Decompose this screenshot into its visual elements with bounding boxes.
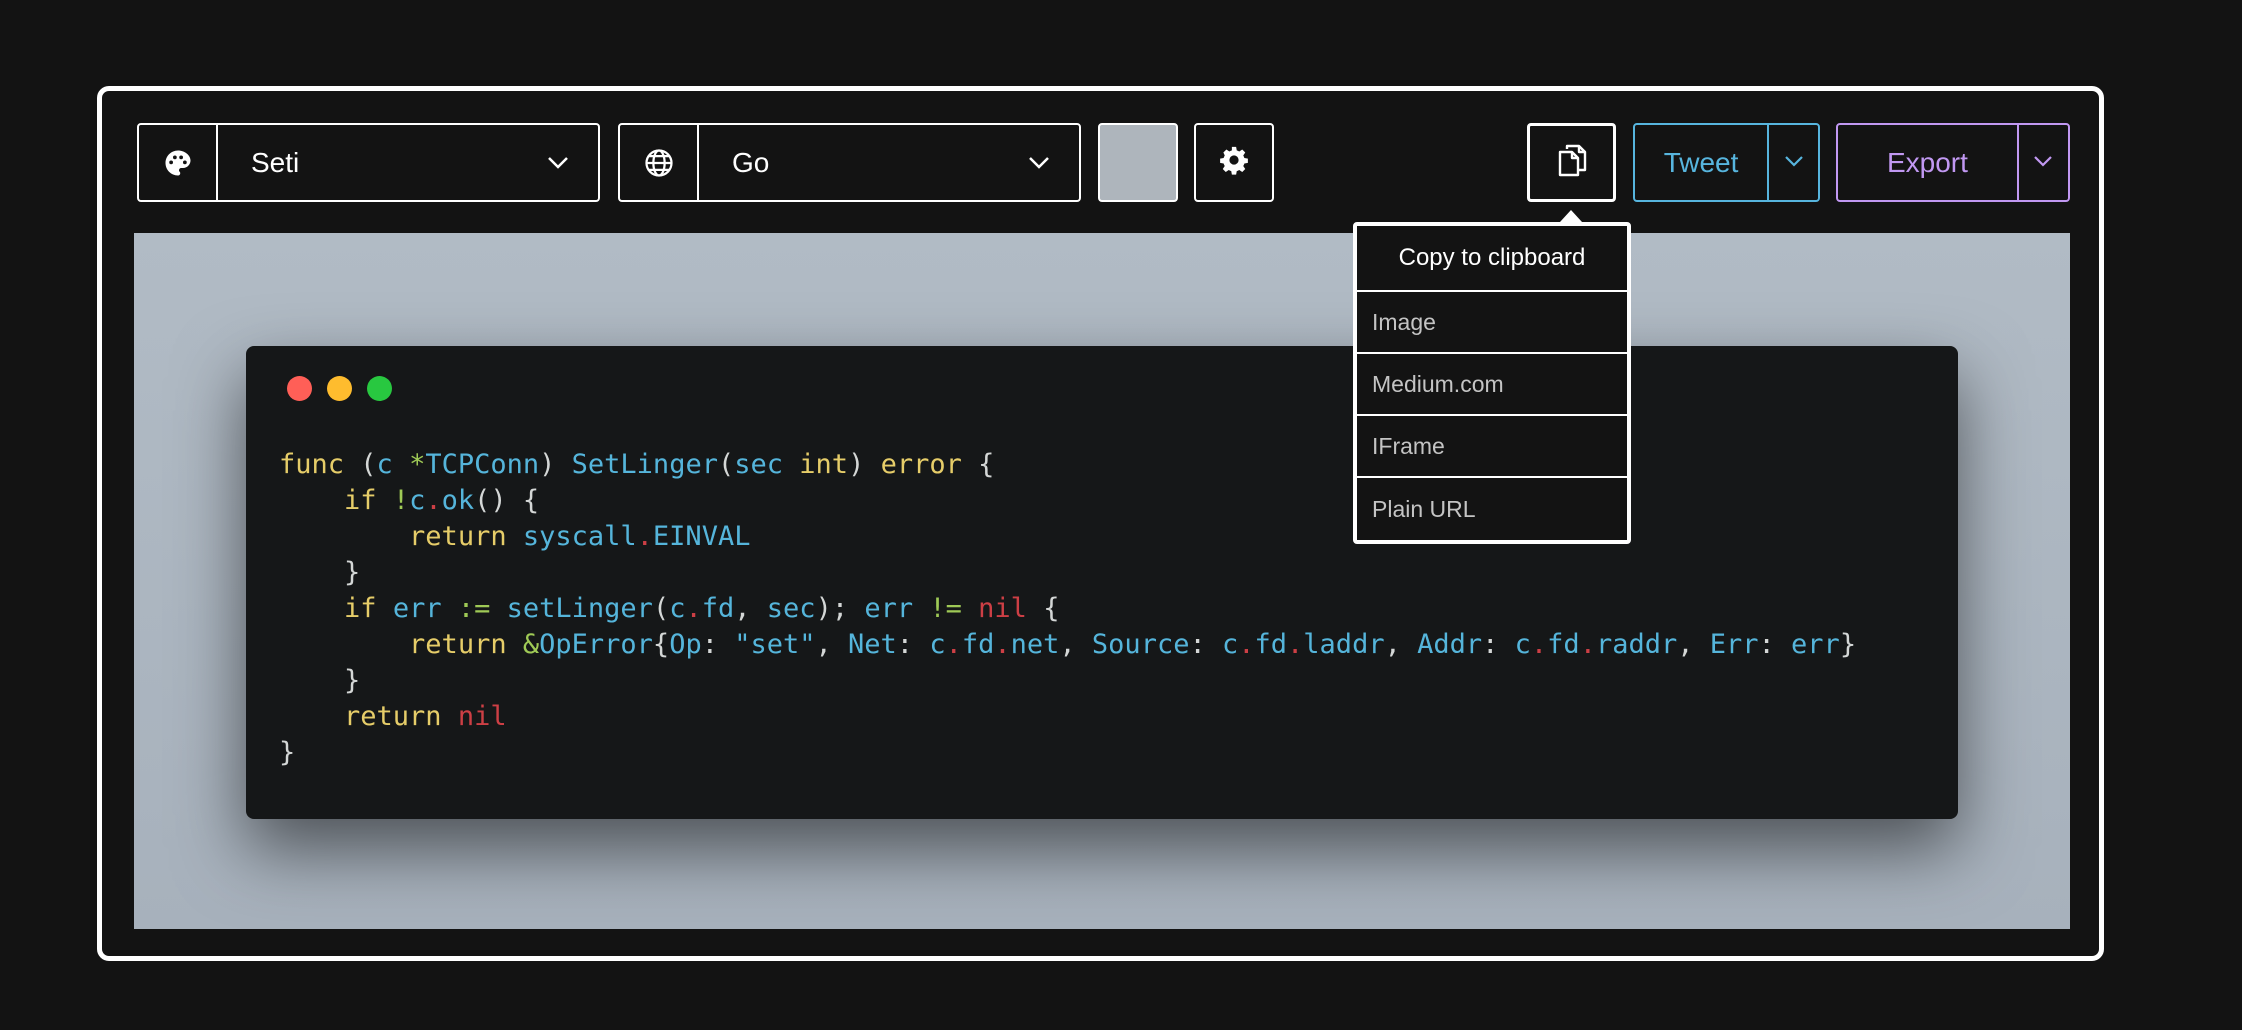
copy-menu-header: Copy to clipboard [1357,226,1627,292]
language-dropdown[interactable]: Go [618,123,1081,202]
menu-item-plain-url[interactable]: Plain URL [1357,478,1627,540]
export-button[interactable]: Export [1838,125,2019,200]
menu-arrow [1560,210,1582,222]
menu-item-medium[interactable]: Medium.com [1357,354,1627,416]
chevron-down-icon [518,125,598,200]
close-dot [287,376,312,401]
code-window: func (c *TCPConn) SetLinger(sec int) err… [246,346,1958,819]
chevron-down-icon [999,125,1079,200]
code-line: } [279,737,296,768]
theme-dropdown[interactable]: Seti [137,123,600,202]
window-controls [287,376,392,401]
export-split-button: Export [1836,123,2070,202]
tweet-options-button[interactable] [1769,125,1818,200]
code-line: if err := setLinger(c.fd, sec); err != n… [344,593,1060,624]
tweet-split-button: Tweet [1633,123,1820,202]
tweet-button[interactable]: Tweet [1635,125,1770,200]
export-options-button[interactable] [2019,125,2068,200]
minimize-dot [327,376,352,401]
code-line: return nil [344,701,507,732]
code-canvas: func (c *TCPConn) SetLinger(sec int) err… [134,233,2070,929]
maximize-dot [367,376,392,401]
background-color-button[interactable] [1098,123,1178,202]
settings-button[interactable] [1194,123,1274,202]
language-value: Go [732,146,770,178]
chevron-down-icon [2033,154,2053,172]
globe-icon [620,125,699,200]
theme-value: Seti [251,146,300,178]
palette-icon [139,125,218,200]
code-line: } [279,557,361,588]
code-line: return &OpError{Op: "set", Net: c.fd.net… [409,629,1857,660]
chevron-down-icon [1784,154,1804,172]
copy-button[interactable] [1527,123,1616,202]
gear-icon [1219,145,1249,180]
copy-icon [1557,143,1587,182]
code-line: } [279,665,361,696]
menu-item-image[interactable]: Image [1357,292,1627,354]
copy-menu: Copy to clipboard Image Medium.com IFram… [1353,222,1631,544]
menu-item-iframe[interactable]: IFrame [1357,416,1627,478]
